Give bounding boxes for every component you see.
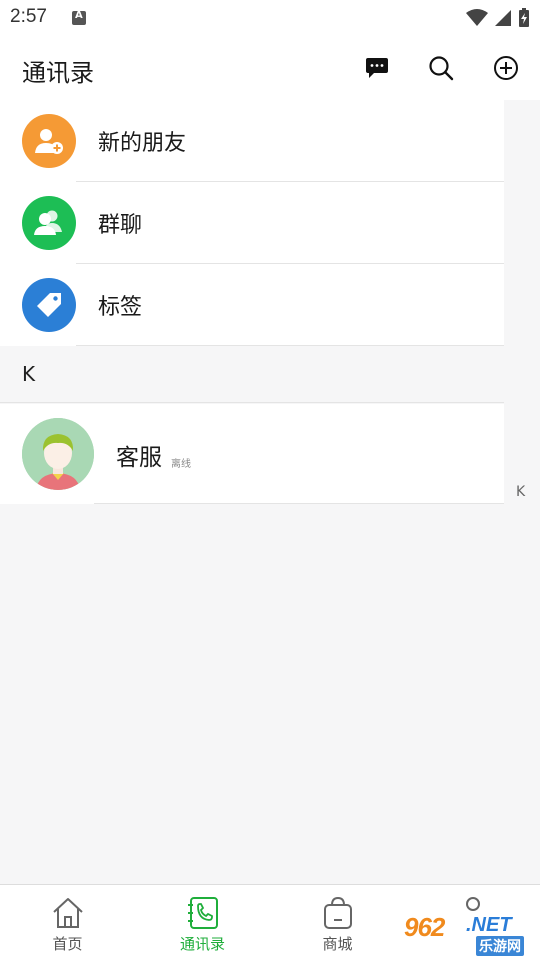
group-chat-label: 群聊 [98, 213, 143, 238]
tags-item[interactable]: 标签 [0, 264, 504, 346]
avatar [22, 418, 94, 490]
watermark-suffix: .NET [466, 914, 512, 936]
message-icon [366, 58, 388, 78]
tab-home-label: 首页 [52, 935, 83, 953]
search-icon [429, 56, 454, 81]
message-button[interactable] [363, 54, 391, 82]
tab-mall[interactable]: 商城 [270, 885, 405, 960]
add-button[interactable] [492, 54, 520, 82]
status-time: 2:57 [10, 6, 47, 27]
section-header: K [0, 346, 504, 403]
divider [94, 503, 504, 504]
tab-mall-label: 商城 [322, 935, 353, 953]
section-letter: K [22, 362, 36, 386]
search-button[interactable] [427, 54, 455, 82]
status-bar: 2:57 [0, 0, 540, 36]
tag-icon [22, 278, 76, 332]
notification-app-icon [72, 10, 86, 25]
plus-circle-icon [494, 56, 518, 80]
new-friends-label: 新的朋友 [98, 131, 187, 156]
watermark-text: 乐游网 [476, 936, 524, 956]
page-title: 通讯录 [22, 59, 94, 87]
shopping-bag-icon [323, 896, 352, 929]
tab-home[interactable]: 首页 [0, 885, 135, 960]
wifi-icon [466, 9, 488, 26]
watermark-number: 962 [404, 912, 445, 942]
tags-label: 标签 [98, 295, 143, 320]
tab-contacts-label: 通讯录 [179, 935, 225, 953]
battery-icon [519, 8, 529, 27]
index-letter-k[interactable]: K [516, 484, 525, 500]
signal-icon [495, 10, 511, 26]
watermark-logo: 962 .NET 乐游网 [400, 912, 534, 956]
contacts-icon [187, 897, 218, 929]
top-bar: 通讯录 [0, 36, 540, 100]
new-friends-item[interactable]: 新的朋友 [0, 100, 504, 182]
contact-name: 客服 [116, 445, 162, 471]
menu-list: 新的朋友 群聊 标签 [0, 100, 504, 346]
contact-item[interactable]: 客服 离线 [0, 404, 504, 504]
tab-contacts[interactable]: 通讯录 [135, 885, 270, 960]
contact-status: 离线 [171, 459, 191, 470]
home-icon [52, 898, 83, 928]
add-friend-icon [22, 114, 76, 168]
group-chat-item[interactable]: 群聊 [0, 182, 504, 264]
group-chat-icon [22, 196, 76, 250]
